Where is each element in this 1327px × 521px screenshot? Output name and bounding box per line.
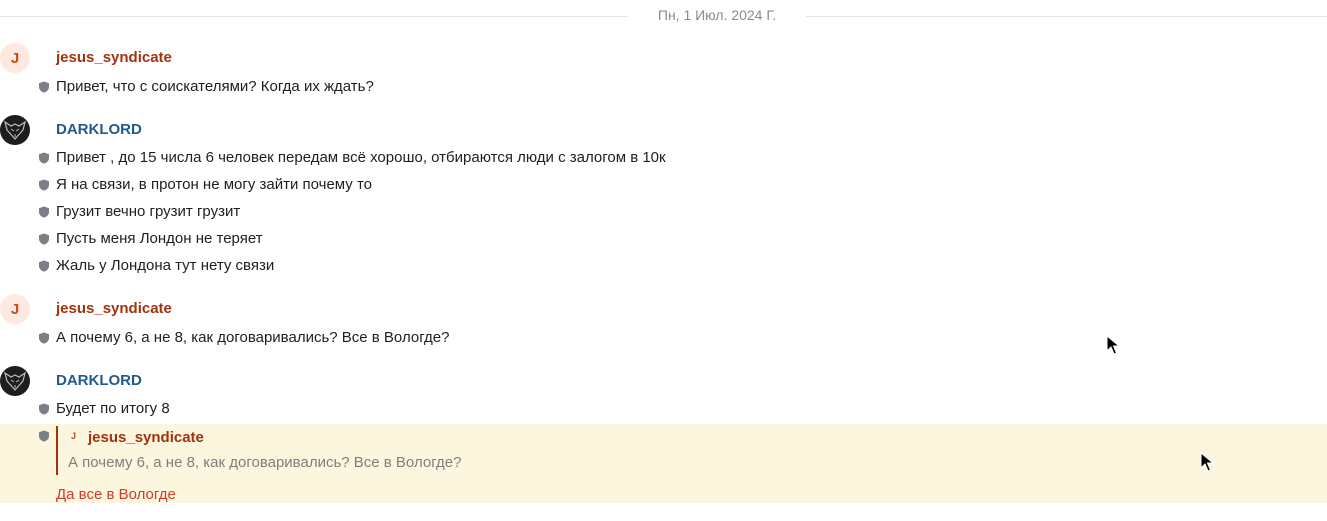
- shield-icon: [39, 233, 49, 245]
- avatar[interactable]: [0, 366, 30, 396]
- avatar[interactable]: J: [0, 43, 30, 73]
- author-name[interactable]: DARKLORD: [56, 372, 142, 389]
- message-text: Привет , до 15 числа 6 человек передам в…: [56, 149, 666, 166]
- author-name[interactable]: jesus_syndicate: [56, 300, 172, 317]
- quoted-author[interactable]: jesus_syndicate: [88, 429, 204, 446]
- shield-icon: [39, 206, 49, 218]
- mouse-cursor-icon: [1200, 452, 1214, 472]
- message-text: Будет по итогу 8: [56, 400, 170, 417]
- shield-icon: [39, 430, 49, 442]
- shield-icon: [39, 179, 49, 191]
- message-text: Грузит вечно грузит грузит: [56, 203, 241, 220]
- shield-icon: [39, 260, 49, 272]
- fox-mask-icon: [4, 371, 26, 391]
- quoted-text[interactable]: А почему 6, а не 8, как договаривались? …: [68, 454, 461, 471]
- reply-text: Да все в Вологде: [56, 486, 176, 503]
- author-name[interactable]: DARKLORD: [56, 121, 142, 138]
- message-text: Я на связи, в протон не могу зайти почем…: [56, 176, 373, 193]
- fox-mask-icon: [4, 120, 26, 140]
- shield-icon: [39, 403, 49, 415]
- message-text: Жаль у Лондона тут нету связи: [56, 257, 275, 274]
- avatar[interactable]: J: [0, 294, 30, 324]
- date-separator: Пн, 1 Июл. 2024 Г.: [0, 0, 1327, 32]
- shield-icon: [39, 152, 49, 164]
- quote-avatar: J: [71, 431, 77, 441]
- avatar[interactable]: [0, 115, 30, 145]
- separator-line: [806, 16, 1327, 17]
- quote-bar: [56, 426, 58, 475]
- author-name[interactable]: jesus_syndicate: [56, 49, 172, 66]
- message-text: Пусть меня Лондон не теряет: [56, 230, 263, 247]
- mouse-cursor-icon: [1106, 335, 1120, 355]
- shield-icon: [39, 81, 49, 93]
- separator-line: [0, 16, 628, 17]
- message-text: А почему 6, а не 8, как договаривались? …: [56, 329, 450, 346]
- date-label: Пн, 1 Июл. 2024 Г.: [657, 7, 777, 23]
- message-text: Привет, что с соискателями? Когда их жда…: [56, 78, 374, 95]
- shield-icon: [39, 332, 49, 344]
